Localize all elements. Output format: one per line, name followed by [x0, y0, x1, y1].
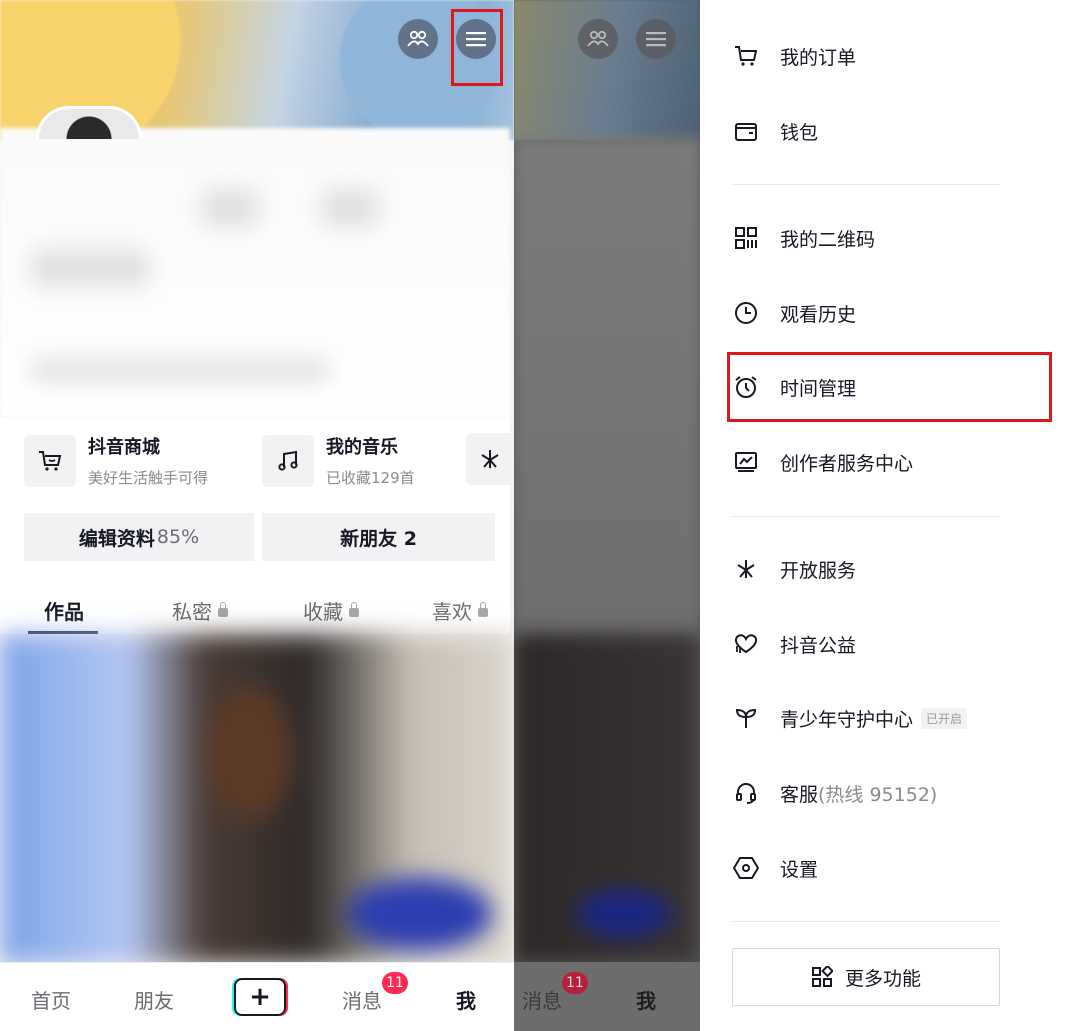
dimmed-video-grid	[514, 634, 700, 964]
lock-icon	[349, 602, 359, 617]
sprout-icon	[735, 708, 757, 728]
headset-icon	[736, 783, 756, 804]
lock-icon	[218, 602, 228, 617]
tab-favorites-label: 收藏	[303, 600, 343, 624]
menu-item-settings[interactable]: 设置	[732, 854, 818, 882]
menu-divider	[732, 184, 1000, 185]
menu-item-customer-service-label: 客服	[780, 783, 819, 806]
cart-icon	[39, 450, 62, 471]
lock-icon	[478, 602, 488, 617]
nav-friends[interactable]: 朋友	[134, 985, 174, 1014]
menu-item-customer-service[interactable]: 客服 (热线 95152)	[732, 779, 937, 807]
dimmed-profile-body	[514, 138, 700, 638]
music-title: 我的音乐	[326, 437, 398, 458]
spark-icon	[737, 560, 755, 578]
menu-item-charity-label: 抖音公益	[780, 634, 857, 657]
music-subtitle: 已收藏129首	[326, 469, 415, 487]
time-management-highlight	[727, 352, 1052, 422]
dimmed-nav-me: 我	[636, 989, 656, 1013]
tab-private-label: 私密	[172, 600, 212, 624]
menu-button-highlight	[451, 9, 503, 86]
music-icon-box	[262, 434, 314, 487]
grid-apps-icon	[811, 966, 833, 987]
people-icon	[587, 30, 609, 47]
wallet-icon	[735, 123, 757, 141]
profile-info-blurred	[0, 128, 510, 418]
more-features-label: 更多功能	[844, 967, 921, 990]
menu-item-settings-label: 设置	[780, 858, 819, 881]
open-service-entry[interactable]	[466, 433, 514, 485]
menu-item-orders-label: 我的订单	[780, 46, 857, 69]
hamburger-menu-icon	[646, 32, 666, 47]
tab-works-label: 作品	[44, 600, 84, 624]
settings-hexagon-icon	[733, 857, 759, 879]
menu-item-wallet-label: 钱包	[780, 121, 819, 144]
mall-entry[interactable]: 抖音商城 美好生活触手可得	[24, 433, 208, 488]
new-friends-label: 新朋友 2	[340, 527, 417, 550]
heart-hands-icon	[734, 634, 758, 654]
new-friends-button[interactable]: 新朋友 2	[262, 513, 495, 561]
qr-code-icon	[735, 227, 757, 249]
tab-favorites[interactable]: 收藏	[303, 596, 359, 625]
menu-item-wallet[interactable]: 钱包	[732, 117, 818, 145]
dimmed-messages-badge: 11	[562, 972, 588, 994]
cart-icon-box	[24, 434, 76, 487]
tab-works[interactable]: 作品	[44, 596, 84, 625]
cart-icon	[735, 46, 758, 66]
music-note-icon	[278, 450, 298, 471]
status-badge: 已开启	[921, 707, 968, 729]
spark-icon	[481, 450, 499, 468]
dimmed-friends-button	[578, 19, 618, 59]
people-icon	[407, 30, 429, 47]
nav-me[interactable]: 我	[456, 985, 476, 1014]
clock-icon	[735, 302, 757, 324]
menu-item-watch-history[interactable]: 观看历史	[732, 299, 856, 327]
dimmed-profile-strip[interactable]: 消息 11 我	[514, 0, 700, 1031]
create-button[interactable]: +	[234, 978, 286, 1016]
hotline-text: (热线 95152)	[818, 783, 938, 806]
video-grid-blurred	[0, 634, 514, 964]
menu-item-charity[interactable]: 抖音公益	[732, 630, 856, 658]
plus-icon: +	[249, 982, 271, 1012]
menu-divider	[732, 921, 1000, 922]
nav-home[interactable]: 首页	[31, 985, 71, 1014]
menu-item-qr-code-label: 我的二维码	[780, 228, 876, 251]
menu-divider	[732, 516, 1000, 517]
avatar-visible-part	[36, 106, 142, 139]
tab-likes-label: 喜欢	[432, 600, 472, 624]
edit-profile-label: 编辑资料	[78, 527, 155, 550]
chart-monitor-icon	[735, 452, 757, 472]
edit-profile-percent: 85%	[156, 526, 200, 548]
music-entry[interactable]: 我的音乐 已收藏129首	[262, 433, 415, 488]
menu-item-open-services[interactable]: 开放服务	[732, 555, 856, 583]
mall-subtitle: 美好生活触手可得	[88, 469, 209, 487]
spark-icon-box	[466, 433, 514, 485]
menu-item-open-services-label: 开放服务	[780, 559, 857, 582]
edit-profile-button[interactable]: 编辑资料 85%	[24, 513, 254, 561]
tab-private[interactable]: 私密	[172, 596, 228, 625]
messages-badge: 11	[382, 972, 408, 994]
more-features-button[interactable]: 更多功能	[732, 948, 1000, 1006]
menu-item-creator-center[interactable]: 创作者服务中心	[732, 448, 913, 476]
menu-item-orders[interactable]: 我的订单	[732, 42, 856, 70]
tab-likes[interactable]: 喜欢	[432, 596, 488, 625]
mall-title: 抖音商城	[88, 437, 160, 458]
menu-item-youth-protection-label: 青少年守护中心	[780, 708, 914, 731]
profile-screen: 抖音商城 美好生活触手可得 我的音乐 已收藏129首 编辑资料 85% 新朋友 …	[0, 0, 514, 1031]
menu-item-qr-code[interactable]: 我的二维码	[732, 224, 875, 252]
menu-item-watch-history-label: 观看历史	[780, 303, 857, 326]
dimmed-nav-messages: 消息	[522, 989, 562, 1013]
menu-item-creator-center-label: 创作者服务中心	[780, 452, 914, 475]
menu-item-youth-protection[interactable]: 青少年守护中心 已开启	[732, 704, 968, 732]
dimmed-menu-button	[636, 19, 676, 59]
nav-messages[interactable]: 消息	[342, 985, 382, 1014]
friends-button[interactable]	[398, 19, 438, 59]
